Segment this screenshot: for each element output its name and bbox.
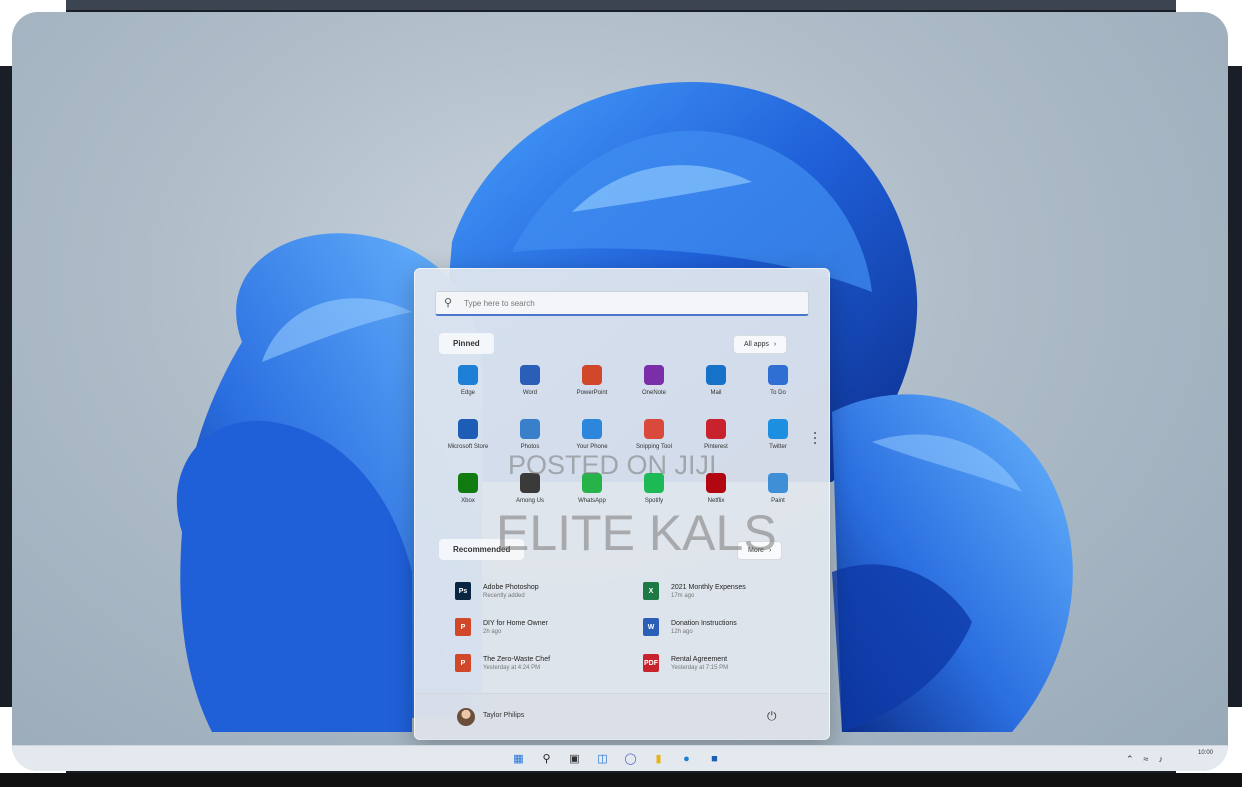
chevron-up-icon[interactable]: ⌃ [1126,754,1134,765]
snipping-icon [644,419,664,439]
all-apps-button[interactable]: All apps › [733,335,788,354]
taskbar: ▦ ⚲ ▣ ◫ ◯ ▮ ● ■ ⌃ ≈ ♪ 10:00 [12,745,1228,771]
desktop: ⚲ Type here to search Pinned All apps › … [12,12,1228,771]
powerpoint-file-icon: P [455,654,471,672]
word-file-icon: W [643,618,659,636]
recommended-item[interactable]: Ps Adobe Photoshop Recently added [455,577,635,605]
pinned-app[interactable]: Word [499,365,561,396]
recommended-item[interactable]: X 2021 Monthly Expenses 17m ago [643,577,823,605]
photos-icon [520,419,540,439]
recommended-title: 2021 Monthly Expenses [671,583,746,591]
chat-icon[interactable]: ◯ [622,750,639,767]
taskbar-icons: ▦ ⚲ ▣ ◫ ◯ ▮ ● ■ [510,750,723,767]
recommended-item[interactable]: P DIY for Home Owner 2h ago [455,613,635,641]
pinned-app-label: Twitter [769,444,787,450]
powerpoint-file-icon: P [455,618,471,636]
recommended-title: DIY for Home Owner [483,619,548,627]
user-bar: Taylor Philips ⏻ [415,693,829,740]
pinned-app[interactable]: OneNote [623,365,685,396]
pinned-app-label: Microsoft Store [447,444,489,450]
all-apps-label: All apps [744,341,769,348]
watermark-line2: ELITE KALS [496,505,777,561]
top-frame-band [0,0,1242,10]
pinned-app-label: To Do [770,390,786,396]
pinned-app-label: Mail [710,390,722,396]
start-icon[interactable]: ▦ [510,750,527,767]
pinned-app[interactable]: Photos [499,419,561,450]
file-explorer-icon[interactable]: ▮ [650,750,667,767]
pdf-file-icon: PDF [643,654,659,672]
recommended-subtitle: 12h ago [671,628,693,635]
recommended-item[interactable]: PDF Rental Agreement Yesterday at 7:15 PM [643,649,823,677]
xbox-icon [458,473,478,493]
wifi-icon[interactable]: ≈ [1144,754,1149,765]
pinterest-icon [706,419,726,439]
pinned-app[interactable]: Snipping Tool [623,419,685,450]
volume-icon[interactable]: ♪ [1159,754,1164,765]
bottom-frame-band [0,773,1242,787]
pinned-label: Pinned [439,333,494,354]
photoshop-icon: Ps [455,582,471,600]
search-icon[interactable]: ⚲ [538,750,555,767]
pinned-app[interactable]: Paint [747,473,809,504]
pinned-app-label: OneNote [641,390,666,396]
recommended-title: The Zero-Waste Chef [483,655,551,663]
pinned-app[interactable]: PowerPoint [561,365,623,396]
recommended-item[interactable]: W Donation Instructions 12h ago [643,613,823,641]
clock[interactable]: 10:00 [1198,750,1213,756]
pinned-app[interactable]: Xbox [437,473,499,504]
twitter-icon [768,419,788,439]
mail-icon [706,365,726,385]
pinned-app-label: Word [522,390,538,396]
avatar[interactable] [457,708,475,726]
powerpoint-icon [582,365,602,385]
recommended-subtitle: Yesterday at 4:24 PM [483,664,541,671]
pinned-app[interactable]: Mail [685,365,747,396]
excel-icon: X [643,582,659,600]
search-icon: ⚲ [444,297,453,309]
recommended-title: Adobe Photoshop [483,583,539,591]
recommended-subtitle: Yesterday at 7:15 PM [671,664,729,671]
task-view-icon[interactable]: ▣ [566,750,583,767]
chevron-right-icon: › [773,341,777,348]
recommended-title: Rental Agreement [671,655,728,663]
pinned-app[interactable]: Pinterest [685,419,747,450]
watermark-line1: POSTED ON JIJI [508,450,717,480]
system-tray: ⌃ ≈ ♪ [1126,754,1163,765]
paint-icon [768,473,788,493]
recommended-title: Donation Instructions [671,619,737,627]
pinned-app[interactable]: Twitter [747,419,809,450]
word-icon [520,365,540,385]
pinned-app-label: PowerPoint [576,390,608,396]
edge-icon [458,365,478,385]
recommended-item[interactable]: P The Zero-Waste Chef Yesterday at 4:24 PM [455,649,635,677]
recommended-subtitle: 2h ago [483,628,502,635]
pinned-app[interactable]: Your Phone [561,419,623,450]
recommended-subtitle: Recently added [483,592,525,599]
pinned-app[interactable]: Edge [437,365,499,396]
todo-icon [768,365,788,385]
recommended-subtitle: 17m ago [671,592,695,599]
phone-icon [582,419,602,439]
edge-icon[interactable]: ● [678,750,695,767]
store-icon[interactable]: ■ [706,750,723,767]
pinned-app-label: Xbox [461,498,475,504]
widgets-icon[interactable]: ◫ [594,750,611,767]
page-indicator[interactable] [813,429,817,447]
onenote-icon [644,365,664,385]
search-box[interactable]: ⚲ Type here to search [435,291,809,316]
power-icon[interactable]: ⏻ [767,709,777,724]
store-icon [458,419,478,439]
pinned-app[interactable]: Microsoft Store [437,419,499,450]
search-placeholder: Type here to search [464,298,535,308]
user-name[interactable]: Taylor Philips [483,712,524,719]
pinned-app-label: Edge [460,390,475,396]
pinned-app[interactable]: To Do [747,365,809,396]
